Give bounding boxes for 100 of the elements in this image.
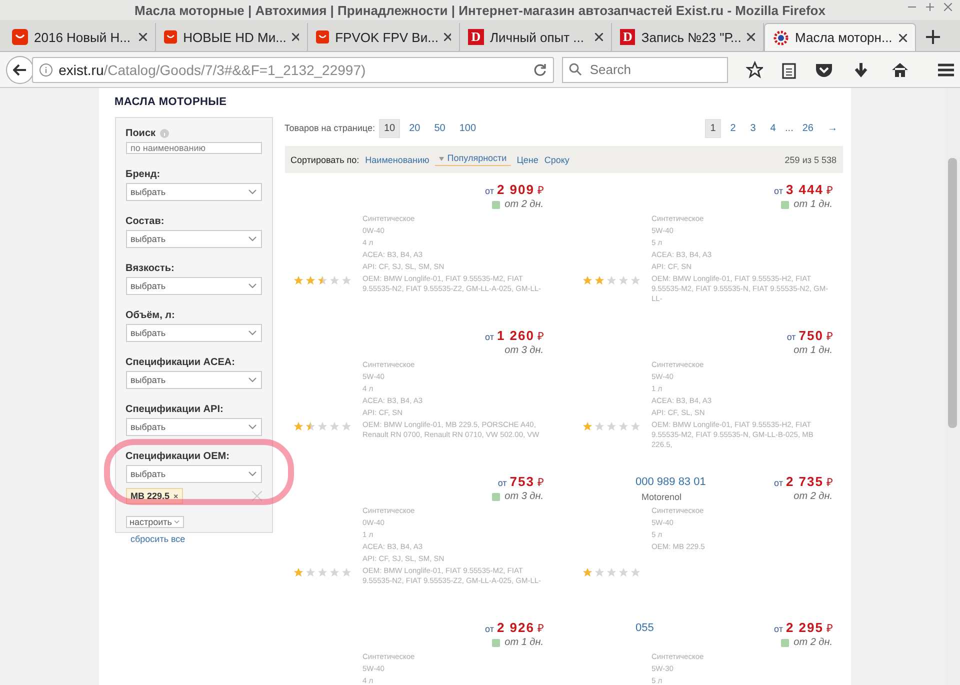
price: 2 909: [496, 182, 534, 197]
currency-sign: ₽: [538, 184, 544, 197]
select-dropdown[interactable]: выбрать: [126, 418, 262, 436]
per-page-option[interactable]: 10: [378, 118, 400, 138]
star-icon: [606, 274, 616, 286]
currency-sign: ₽: [826, 622, 832, 635]
close-icon[interactable]: [899, 34, 907, 42]
filter-label: Объём, л:: [126, 310, 175, 321]
sort-option[interactable]: Сроку: [544, 154, 570, 164]
window-title: Масла моторные | Автохимия | Принадлежности | Интернет-магазин автозапчастей Exist.ru - Mozilla Firefox: [134, 2, 826, 18]
star-icon: [292, 566, 304, 578]
browser-tab[interactable]: НОВЫЕ HD Ми...: [156, 23, 308, 51]
delivery-time: от 3 дн.: [504, 491, 544, 502]
close-icon[interactable]: [747, 33, 755, 41]
part-number[interactable]: 055: [636, 622, 654, 634]
star-icon[interactable]: [746, 60, 764, 78]
currency-sign: ₽: [538, 476, 544, 489]
per-page-label: Товаров на странице:: [284, 123, 375, 133]
maximize-icon[interactable]: [926, 3, 934, 11]
shopping-bag-icon: [12, 29, 28, 45]
star-icon: [292, 420, 304, 432]
letter-logo-icon: D: [620, 29, 636, 45]
filter-label: Бренд:: [126, 169, 160, 180]
sort-caret-icon: [439, 156, 444, 161]
filter-label: Вязкость:: [126, 263, 174, 274]
price: 2 735: [786, 474, 824, 489]
chevron-down-icon: [248, 236, 256, 242]
price: 750: [798, 328, 824, 343]
close-icon[interactable]: [444, 33, 451, 41]
delivery-time: от 1 дн.: [504, 637, 544, 648]
star-icon: [316, 274, 328, 286]
tab-title: FPVOK FPV Ви...: [335, 30, 438, 44]
letter-logo-icon: D: [468, 29, 484, 45]
part-number[interactable]: 000 989 83 01: [636, 476, 706, 488]
search-input[interactable]: по наименованию: [126, 142, 262, 154]
page-link[interactable]: 1: [705, 118, 722, 138]
reload-icon[interactable]: [532, 62, 547, 76]
close-icon[interactable]: [595, 33, 603, 41]
star-icon: [606, 566, 616, 578]
tab-title: 2016 Новый Н...: [34, 30, 132, 44]
select-dropdown[interactable]: выбрать: [126, 230, 262, 248]
browser-tab[interactable]: Масла моторн...: [764, 23, 916, 51]
sort-option[interactable]: Наименованию: [365, 154, 430, 164]
back-button[interactable]: [6, 56, 34, 84]
delivery-time: от 2 дн.: [794, 491, 832, 502]
star-icon: [328, 274, 340, 286]
price-prefix: от: [774, 478, 783, 488]
address-bar[interactable]: exist.ru/Catalog/Goods/7/3#&&F=1_2132_22997): [32, 56, 554, 82]
star-icon: [316, 420, 328, 432]
star-icon: [630, 566, 640, 578]
tab-title: НОВЫЕ HD Ми...: [183, 30, 286, 44]
star-icon: [292, 274, 304, 286]
currency-sign: ₽: [826, 184, 832, 197]
select-dropdown[interactable]: выбрать: [126, 277, 262, 295]
tab-title: Масла моторн...: [795, 30, 893, 45]
back-arrow-icon: [12, 64, 27, 76]
browser-tab[interactable]: 2016 Новый Н...: [4, 23, 156, 51]
gear-logo-icon: [773, 30, 789, 46]
settings-button[interactable]: настроить: [126, 516, 184, 528]
select-dropdown[interactable]: выбрать: [126, 324, 262, 342]
price: 753: [510, 474, 534, 489]
star-icon: [304, 274, 316, 286]
star-icon: [304, 420, 316, 432]
price-prefix: от: [774, 186, 783, 196]
filter-label: Спецификации ACEA:: [126, 357, 235, 368]
close-icon[interactable]: [292, 33, 299, 41]
sort-option[interactable]: Цене: [516, 154, 538, 164]
select-dropdown[interactable]: выбрать: [126, 183, 262, 201]
browser-tab[interactable]: D Запись №23 "Р...: [612, 23, 764, 51]
scrollbar-thumb[interactable]: [948, 158, 957, 428]
select-dropdown[interactable]: выбрать: [126, 465, 262, 483]
browser-tab[interactable]: FPVOK FPV Ви...: [308, 23, 460, 51]
price: 2 926: [496, 620, 534, 635]
delivery-time: от 2 дн.: [504, 199, 544, 210]
menu-icon[interactable]: [938, 62, 954, 76]
filter-label: Спецификации OEM:: [126, 451, 230, 462]
reset-link[interactable]: сбросить все: [130, 534, 262, 544]
clipboard-icon[interactable]: [781, 60, 798, 78]
close-icon[interactable]: [139, 33, 147, 41]
delivery-time: от 3 дн.: [504, 345, 544, 356]
brand-name: Motorenol: [642, 492, 682, 502]
price-prefix: от: [485, 186, 494, 196]
download-icon[interactable]: [852, 62, 869, 78]
star-icon: [340, 566, 352, 578]
pocket-icon[interactable]: [815, 62, 833, 78]
tab-title: Запись №23 "Р...: [641, 30, 742, 44]
star-icon: [582, 420, 592, 432]
currency-sign: ₽: [826, 330, 832, 343]
star-icon: [594, 420, 604, 432]
chevron-down-icon: [248, 377, 256, 383]
sort-option[interactable]: Популярности: [435, 153, 511, 166]
home-icon[interactable]: [890, 62, 908, 78]
new-tab-icon[interactable]: [926, 30, 940, 44]
browser-tab[interactable]: D Личный опыт ...: [460, 23, 612, 51]
select-dropdown[interactable]: выбрать: [126, 371, 262, 389]
chevron-down-icon: [248, 424, 256, 430]
star-icon: [582, 274, 592, 286]
chevron-down-icon: [174, 519, 180, 525]
search-field[interactable]: Search: [562, 56, 728, 82]
chevron-down-icon: [248, 283, 256, 289]
